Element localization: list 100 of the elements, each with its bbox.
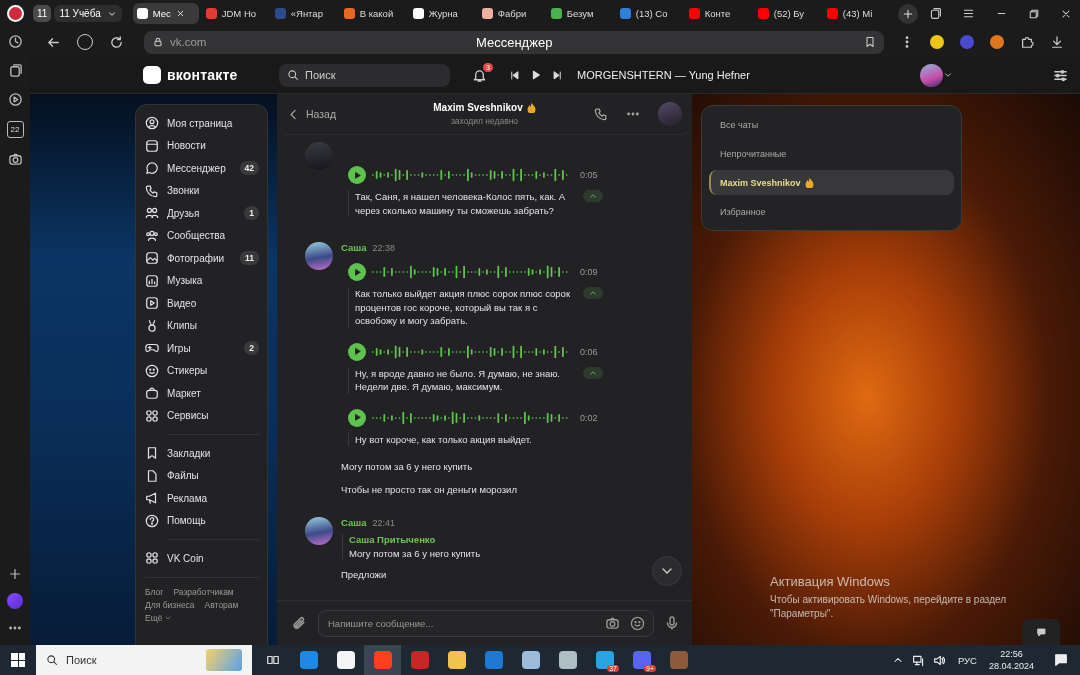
task-view-icon[interactable] xyxy=(266,653,280,667)
network-icon[interactable] xyxy=(911,653,925,667)
previous-icon[interactable] xyxy=(509,69,520,81)
browser-tab[interactable]: (13) Со xyxy=(615,3,682,24)
sidebar-item[interactable]: Помощь xyxy=(145,509,259,532)
next-icon[interactable] xyxy=(552,69,563,81)
sidebar-item[interactable]: Звонки xyxy=(145,179,259,202)
avatar[interactable] xyxy=(305,517,333,545)
play-icon[interactable] xyxy=(530,69,542,81)
sidebar-item[interactable]: Игры 2 xyxy=(145,337,259,360)
track-title[interactable]: MORGENSHTERN — Yung Hefner xyxy=(577,69,750,81)
sidebar-item[interactable]: Фотографии 11 xyxy=(145,247,259,270)
sidebar-item[interactable]: VK Coin xyxy=(145,547,259,570)
clock[interactable]: 22:56 28.04.2024 xyxy=(988,648,1034,672)
browser-tab[interactable]: Безум xyxy=(546,3,613,24)
browser-tab[interactable]: JDM Ho xyxy=(201,3,268,24)
play-button[interactable] xyxy=(348,166,366,184)
sidebar-item[interactable]: Новости xyxy=(145,134,259,157)
folder-item[interactable]: Непрочитанные xyxy=(709,141,954,166)
address-bar[interactable]: vk.com Мессенджер xyxy=(144,30,884,54)
taskbar-search[interactable]: Поиск xyxy=(36,645,252,675)
camera-icon[interactable] xyxy=(605,615,620,631)
collapse-button[interactable] xyxy=(583,287,603,299)
clock-icon[interactable] xyxy=(7,34,23,49)
sidebar-item[interactable]: Сообщества xyxy=(145,224,259,247)
browser-tab[interactable]: Журна xyxy=(408,3,475,24)
footer-link[interactable]: Разработчикам xyxy=(173,586,234,597)
tab-group[interactable]: 11 Учёба xyxy=(54,5,122,22)
message-field[interactable]: Напишите сообщение... xyxy=(318,609,654,637)
notification-icon[interactable] xyxy=(1054,653,1068,667)
sidebar-item[interactable]: Закладки xyxy=(145,442,259,465)
calendar-button[interactable]: 22 xyxy=(6,121,24,138)
extension-icon[interactable] xyxy=(930,35,944,49)
new-tab-button[interactable] xyxy=(897,3,918,24)
download-icon[interactable] xyxy=(1050,35,1064,49)
browser-tab[interactable]: (43) Мі xyxy=(822,3,889,24)
sidebar-item[interactable]: Маркет xyxy=(145,382,259,405)
sidebar-item[interactable]: Сервисы xyxy=(145,404,259,427)
footer-link[interactable]: Авторам xyxy=(204,599,239,610)
assistant-icon[interactable] xyxy=(7,593,23,609)
scroll-down-button[interactable] xyxy=(652,556,682,586)
browser-tab[interactable]: Мес xyxy=(132,3,199,24)
collapse-button[interactable] xyxy=(583,366,603,379)
sender-name[interactable]: Саша xyxy=(341,242,367,253)
reload-icon[interactable] xyxy=(109,34,124,50)
stack-icon[interactable] xyxy=(929,7,942,20)
close-icon[interactable] xyxy=(175,9,185,18)
bell-icon[interactable] xyxy=(472,67,487,83)
sidebar-item[interactable]: Музыка xyxy=(145,269,259,292)
logo-icon[interactable] xyxy=(143,66,161,84)
footer-link[interactable]: Блог xyxy=(145,586,164,597)
user-avatar[interactable] xyxy=(920,63,943,87)
browser-tab[interactable]: (52) Бу xyxy=(753,3,820,24)
sidebar-item[interactable]: Стикеры xyxy=(145,359,259,382)
start-icon[interactable] xyxy=(11,653,25,667)
puzzle-icon[interactable] xyxy=(1020,35,1034,49)
sidebar-item[interactable]: Клипы xyxy=(145,314,259,337)
filter-icon[interactable] xyxy=(1053,67,1068,83)
phone-icon[interactable] xyxy=(594,107,608,121)
browser-tab[interactable]: Конте xyxy=(684,3,751,24)
camera-icon[interactable] xyxy=(7,152,23,167)
bookmark-icon[interactable] xyxy=(864,36,876,48)
sidebar-item[interactable]: Реклама xyxy=(145,487,259,510)
browser-tab[interactable]: В какой xyxy=(339,3,406,24)
profile-avatar[interactable] xyxy=(6,5,24,22)
menu-icon[interactable] xyxy=(962,7,975,20)
plus-icon[interactable] xyxy=(8,567,22,581)
browser-tab[interactable]: Фабри xyxy=(477,3,544,24)
extension-icon[interactable] xyxy=(990,35,1004,49)
collapse-button[interactable] xyxy=(583,190,603,202)
back-button[interactable]: Назад xyxy=(287,107,407,121)
play-button[interactable] xyxy=(348,263,366,281)
smiley-icon[interactable] xyxy=(630,615,645,631)
browser-tab[interactable]: «Янтар xyxy=(270,3,337,24)
chevron-down-icon[interactable] xyxy=(943,70,953,80)
footer-link[interactable]: Для бизнеса xyxy=(145,599,195,610)
microphone-icon[interactable] xyxy=(664,615,680,631)
sidebar-item[interactable]: Мессенджер 42 xyxy=(145,157,259,180)
sidebar-item[interactable]: Моя страница xyxy=(145,112,259,135)
speaker-icon[interactable] xyxy=(932,653,946,667)
folder-item[interactable]: Все чаты xyxy=(709,112,954,137)
folder-item[interactable]: Maxim Sveshnikov xyxy=(709,170,954,195)
chat-bubble-icon xyxy=(145,161,159,176)
sidebar-item[interactable]: Файлы xyxy=(145,464,259,487)
restore-icon[interactable] xyxy=(1028,7,1040,20)
stack-icon[interactable] xyxy=(7,63,23,78)
play-button[interactable] xyxy=(348,342,366,361)
chat-button[interactable] xyxy=(1022,619,1060,645)
logo-text[interactable]: вконтакте xyxy=(167,67,238,83)
sender-name[interactable]: Саша xyxy=(341,517,367,528)
sidebar-item[interactable]: Видео xyxy=(145,292,259,315)
more-link[interactable]: Ещё xyxy=(145,612,259,623)
folder-item[interactable]: Избранное xyxy=(709,199,954,224)
search-field[interactable]: Поиск xyxy=(279,63,450,87)
play-circle-icon[interactable] xyxy=(7,92,23,107)
language-indicator[interactable]: РУС xyxy=(957,654,977,666)
avatar[interactable] xyxy=(305,242,333,270)
play-button[interactable] xyxy=(348,408,366,427)
sidebar-item[interactable]: Друзья 1 xyxy=(145,202,259,225)
tab-count[interactable]: 11 xyxy=(33,5,52,22)
